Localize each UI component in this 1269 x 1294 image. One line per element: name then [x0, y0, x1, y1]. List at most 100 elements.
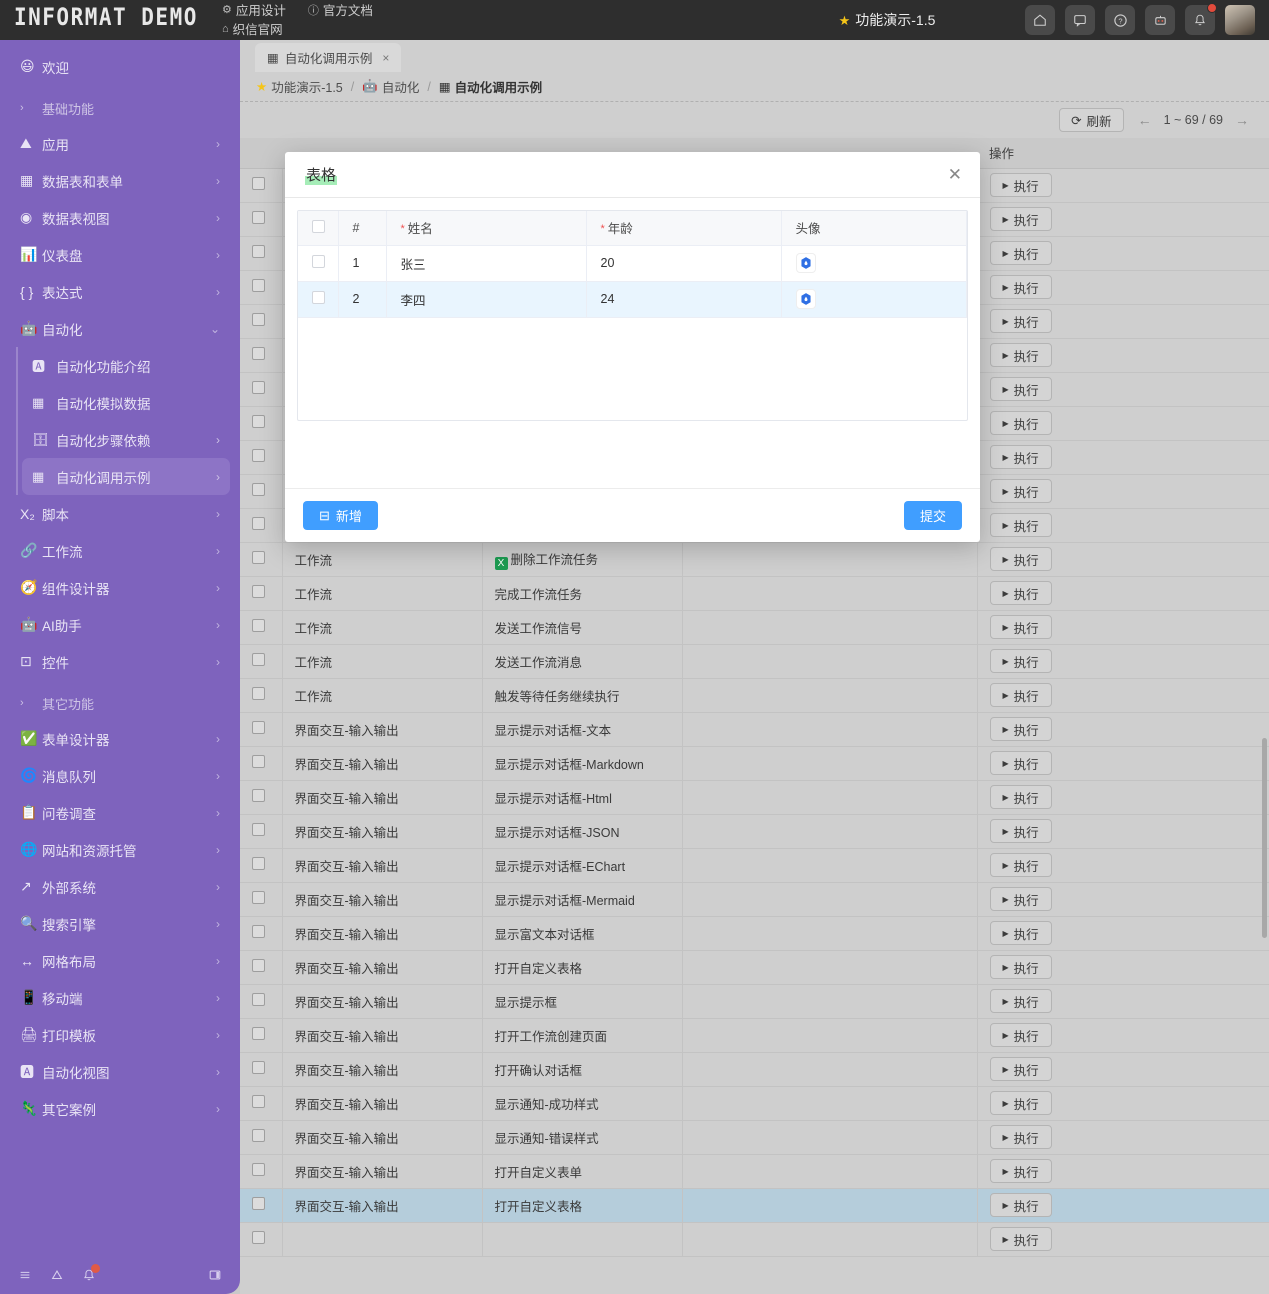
sidebar-item-automation[interactable]: 🤖 自动化 ⌄ [10, 310, 230, 347]
table-row[interactable]: 界面交互-输入输出 打开工作流创建页面 ▶ 执行 [240, 1018, 1269, 1053]
sidebar-group-other[interactable]: › 其它功能 [10, 686, 230, 720]
sidebar-item-expression[interactable]: { } 表达式 › [10, 273, 230, 310]
sidebar-item-automation-call-example[interactable]: ▦ 自动化调用示例 › [22, 458, 230, 495]
sidebar-item-ai-assistant[interactable]: 🤖 AI助手 › [10, 606, 230, 643]
sidebar-item-grid-layout[interactable]: ↔ 网格布局 › [10, 942, 230, 979]
table-row[interactable]: 界面交互-输入输出 显示提示框 ▶ 执行 [240, 984, 1269, 1019]
execute-button[interactable]: ▶ 执行 [989, 513, 1052, 537]
execute-button[interactable]: ▶ 执行 [989, 785, 1052, 809]
row-checkbox[interactable] [252, 653, 265, 666]
table-row[interactable]: 界面交互-输入输出 打开确认对话框 ▶ 执行 [240, 1052, 1269, 1087]
submit-button[interactable]: 提交 [903, 501, 962, 530]
row-checkbox[interactable] [252, 381, 265, 394]
table-row[interactable]: 界面交互-输入输出 显示提示对话框-JSON ▶ 执行 [240, 814, 1269, 849]
execute-button[interactable]: ▶ 执行 [989, 309, 1052, 333]
row-checkbox[interactable] [252, 1061, 265, 1074]
modal-row-checkbox[interactable] [312, 255, 325, 268]
feedback-icon[interactable] [1065, 5, 1095, 35]
sidebar-item-search-engine[interactable]: 🔍 搜索引擎 › [10, 905, 230, 942]
sidebar-item-other-cases[interactable]: 🦎 其它案例 › [10, 1090, 230, 1127]
modal-row-checkbox[interactable] [312, 291, 325, 304]
execute-button[interactable]: ▶ 执行 [989, 683, 1052, 707]
sidebar-item-message-queue[interactable]: 🌀 消息队列 › [10, 757, 230, 794]
row-checkbox[interactable] [252, 755, 265, 768]
execute-button[interactable]: ▶ 执行 [989, 649, 1052, 673]
execute-button[interactable]: ▶ 执行 [989, 377, 1052, 401]
avatar-icon[interactable] [795, 289, 816, 309]
row-checkbox[interactable] [252, 1027, 265, 1040]
row-checkbox[interactable] [252, 823, 265, 836]
table-row[interactable]: 界面交互-输入输出 打开自定义表单 ▶ 执行 [240, 1154, 1269, 1189]
sidebar-item-apps[interactable]: ⛰ 应用 › [10, 125, 230, 162]
execute-button[interactable]: ▶ 执行 [989, 989, 1052, 1013]
row-checkbox[interactable] [252, 313, 265, 326]
row-checkbox[interactable] [252, 925, 265, 938]
execute-button[interactable]: ▶ 执行 [989, 241, 1052, 265]
top-nav-official-docs[interactable]: ⓘ 官方文档 [308, 0, 373, 19]
home-icon[interactable] [1025, 5, 1055, 35]
row-checkbox[interactable] [252, 483, 265, 496]
execute-button[interactable]: ▶ 执行 [989, 853, 1052, 877]
sidebar-item-external-system[interactable]: ↗ 外部系统 › [10, 868, 230, 905]
modal-cell-name[interactable]: 李四 [386, 281, 587, 318]
breadcrumb-item-app[interactable]: ★ 功能演示-1.5 [256, 77, 343, 96]
execute-button[interactable]: ▶ 执行 [989, 343, 1052, 367]
sidebar-item-table-views[interactable]: ◉ 数据表视图 › [10, 199, 230, 236]
bell-icon[interactable] [82, 1264, 100, 1282]
row-checkbox[interactable] [252, 687, 265, 700]
sidebar-item-welcome[interactable]: 😃 欢迎 [10, 48, 230, 85]
sidebar-item-website-hosting[interactable]: 🌐 网站和资源托管 › [10, 831, 230, 868]
close-icon[interactable]: ✕ [948, 166, 962, 183]
sidebar-item-tables-forms[interactable]: ▦ 数据表和表单 › [10, 162, 230, 199]
modal-cell-age[interactable]: 24 [586, 281, 782, 318]
execute-button[interactable]: ▶ 执行 [989, 751, 1052, 775]
avatar-icon[interactable] [795, 253, 816, 273]
sidebar-item-controls[interactable]: ⊡ 控件 › [10, 643, 230, 680]
sidebar-item-survey[interactable]: 📋 问卷调查 › [10, 794, 230, 831]
add-row-button[interactable]: ⊟ 新增 [303, 501, 378, 530]
execute-button[interactable]: ▶ 执行 [989, 581, 1052, 605]
user-avatar[interactable] [1225, 5, 1255, 35]
table-row[interactable]: 工作流 完成工作流任务 ▶ 执行 [240, 576, 1269, 611]
row-checkbox[interactable] [252, 245, 265, 258]
robot-icon[interactable] [1145, 5, 1175, 35]
sidebar-item-mobile[interactable]: 📱 移动端 › [10, 979, 230, 1016]
table-row[interactable]: 界面交互-输入输出 显示通知-成功样式 ▶ 执行 [240, 1086, 1269, 1121]
row-checkbox[interactable] [252, 279, 265, 292]
execute-button[interactable]: ▶ 执行 [989, 887, 1052, 911]
table-row[interactable]: 界面交互-输入输出 打开自定义表格 ▶ 执行 [240, 1188, 1269, 1223]
table-row[interactable]: 界面交互-输入输出 显示提示对话框-EChart ▶ 执行 [240, 848, 1269, 883]
sidebar-item-print-template[interactable]: 🖨 打印模板 › [10, 1016, 230, 1053]
row-checkbox[interactable] [252, 551, 265, 564]
refresh-button[interactable]: ⟳ 刷新 [1059, 108, 1124, 132]
table-row[interactable]: 界面交互-输入输出 显示提示对话框-Mermaid ▶ 执行 [240, 882, 1269, 917]
table-row[interactable]: 工作流 触发等待任务继续执行 ▶ 执行 [240, 678, 1269, 713]
row-checkbox[interactable] [252, 1095, 265, 1108]
row-checkbox[interactable] [252, 619, 265, 632]
menu-icon[interactable] [18, 1268, 32, 1282]
execute-button[interactable]: ▶ 执行 [989, 717, 1052, 741]
execute-button[interactable]: ▶ 执行 [989, 1023, 1052, 1047]
help-icon[interactable]: ? [1105, 5, 1135, 35]
row-checkbox[interactable] [252, 857, 265, 870]
sidebar-item-automation-mock-data[interactable]: ▦ 自动化模拟数据 [22, 384, 230, 421]
execute-button[interactable]: ▶ 执行 [989, 1057, 1052, 1081]
vertical-scrollbar[interactable] [1262, 738, 1267, 938]
warning-icon[interactable] [50, 1268, 64, 1282]
row-checkbox[interactable] [252, 1231, 265, 1244]
execute-button[interactable]: ▶ 执行 [989, 173, 1052, 197]
table-row[interactable]: 界面交互-输入输出 显示富文本对话框 ▶ 执行 [240, 916, 1269, 951]
execute-button[interactable]: ▶ 执行 [989, 207, 1052, 231]
sidebar-item-component-designer[interactable]: 🧭 组件设计器 › [10, 569, 230, 606]
modal-table-row[interactable]: 2 李四 24 [298, 281, 967, 318]
close-icon[interactable]: × [382, 51, 389, 65]
row-checkbox[interactable] [252, 891, 265, 904]
table-row[interactable]: 工作流 X 删除工作流任务 ▶ 执行 [240, 542, 1269, 577]
execute-button[interactable]: ▶ 执行 [989, 1193, 1052, 1217]
table-row[interactable]: 界面交互-输入输出 显示通知-错误样式 ▶ 执行 [240, 1120, 1269, 1155]
execute-button[interactable]: ▶ 执行 [989, 615, 1052, 639]
row-checkbox[interactable] [252, 517, 265, 530]
modal-table-row[interactable]: 1 张三 20 [298, 245, 967, 282]
modal-cell-age[interactable]: 20 [586, 245, 782, 282]
modal-cell-name[interactable]: 张三 [386, 245, 587, 282]
